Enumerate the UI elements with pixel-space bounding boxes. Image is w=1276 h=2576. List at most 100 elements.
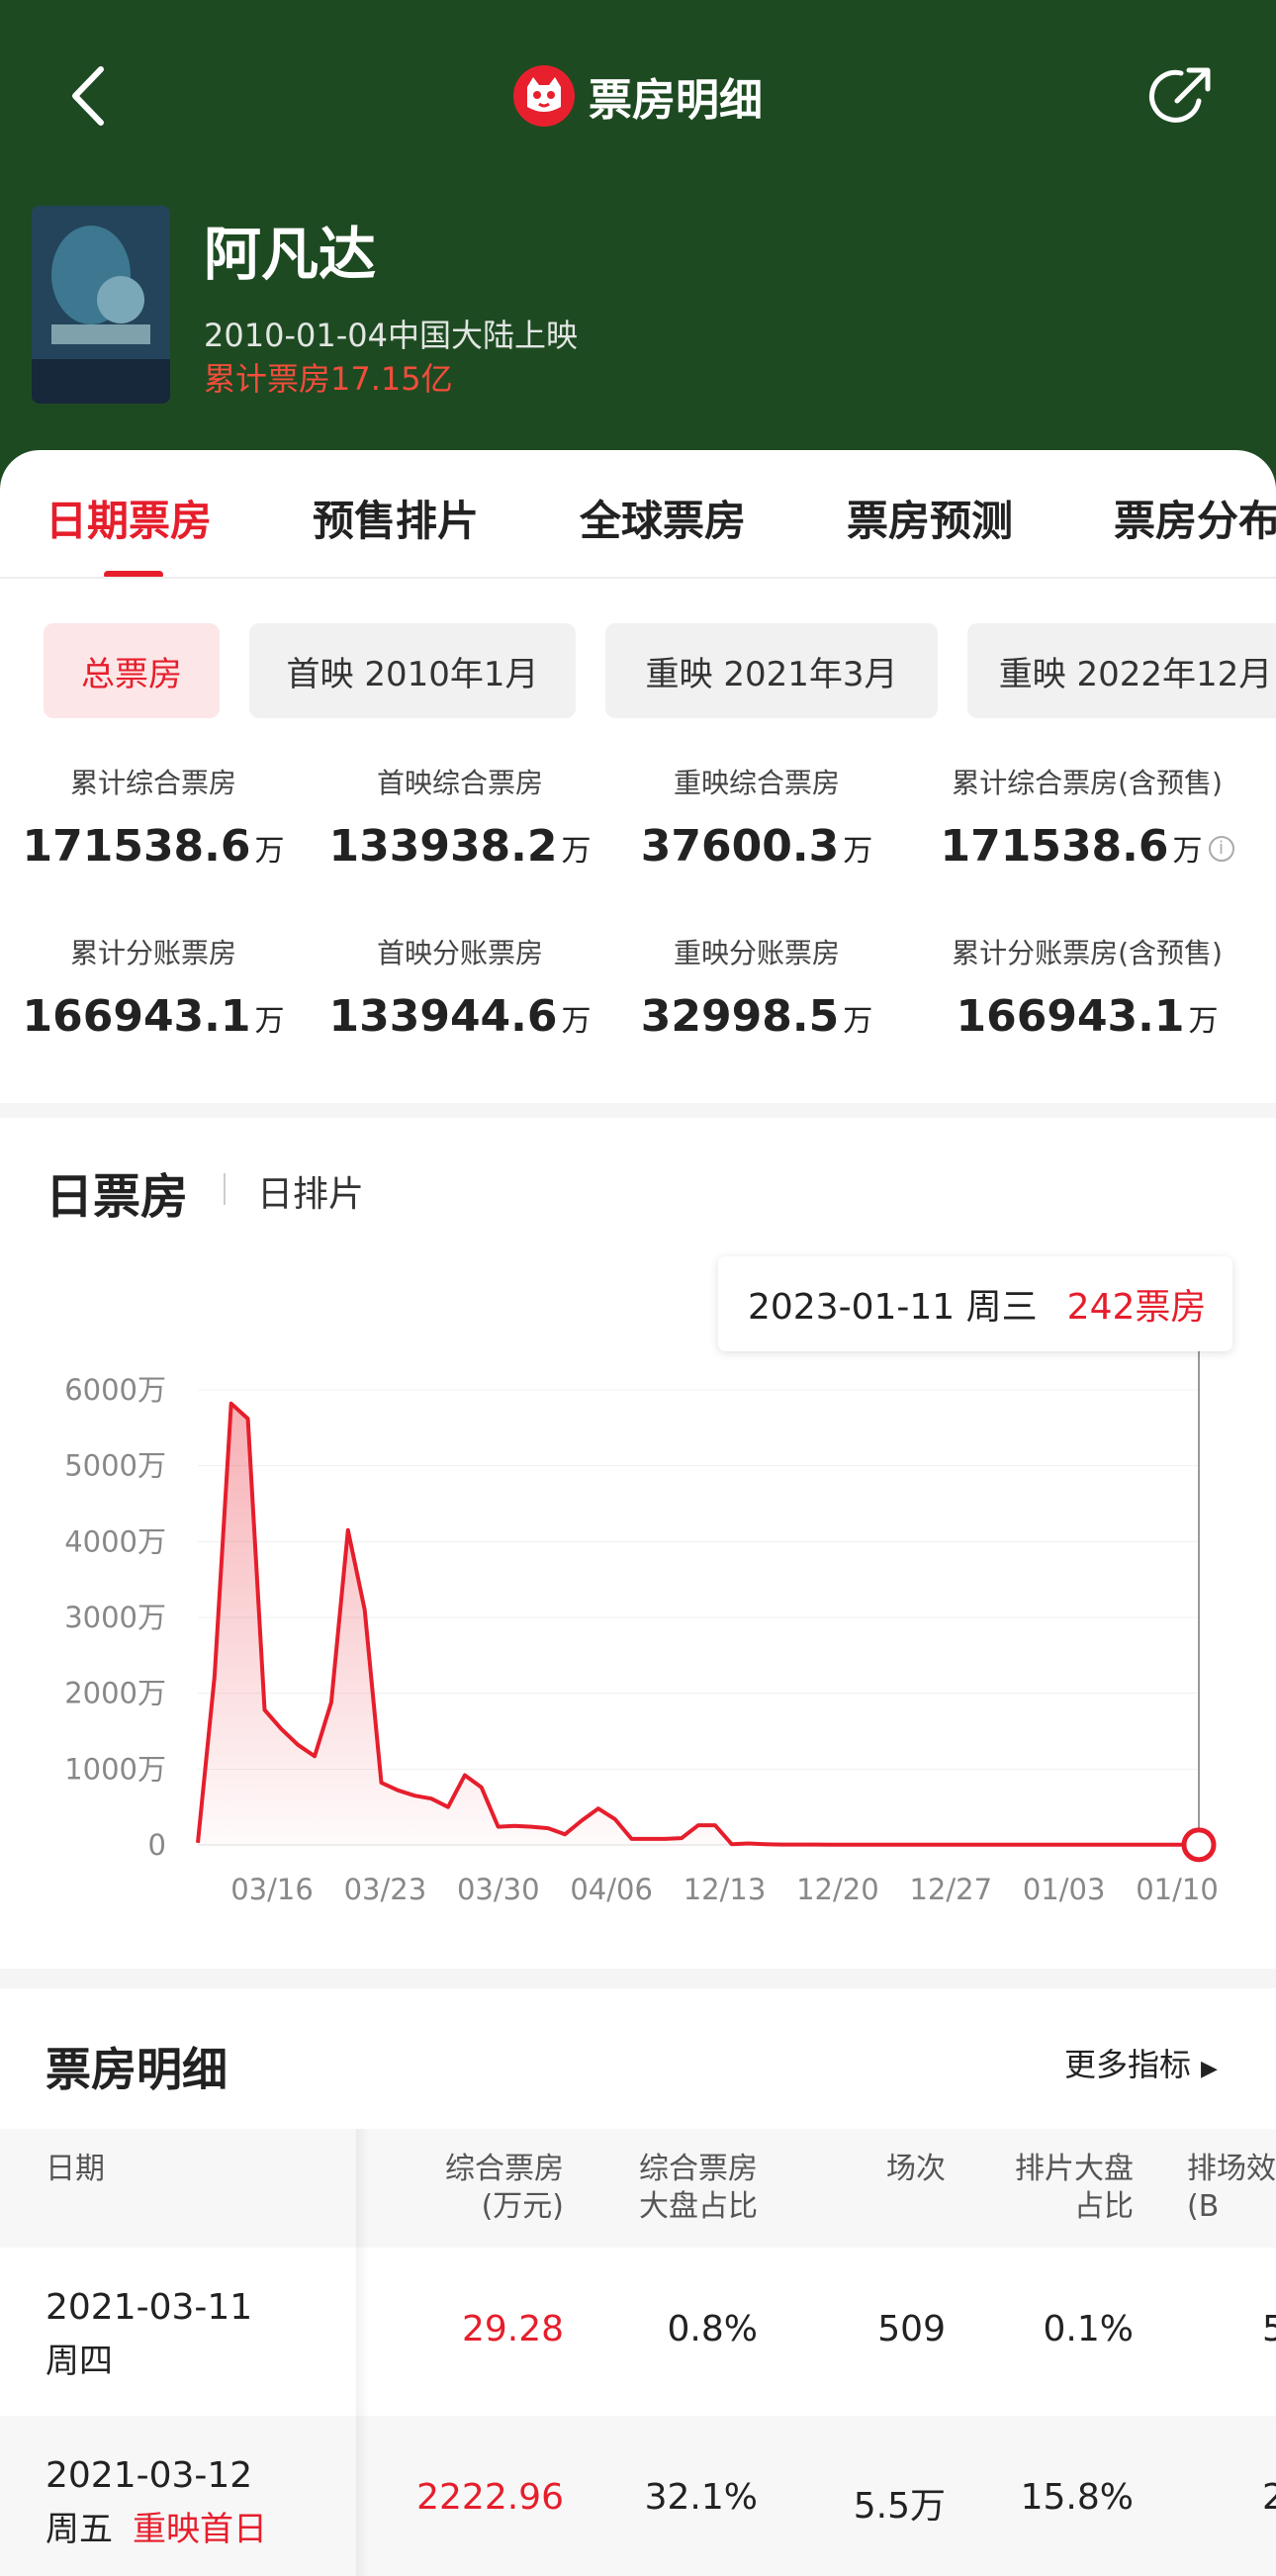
total-box-office: 累计票房17.15亿 [204,360,453,398]
date-text: 2021-03-12 [46,2455,253,2496]
rerelease-first-day-tag: 重映首日 [133,2510,267,2549]
tab-daily-box-office[interactable]: 日期票房 [46,488,212,548]
stat-value: 171538.6 万 i [924,821,1250,872]
stat-value: 171538.6 万 [22,821,285,872]
x-tick-label: 03/16 [230,1873,314,1906]
y-tick-label: 1000万 [64,1752,166,1786]
table-header: 日期 综合票房 (万元) 综合票房 大盘占比 场次 排片大盘 占比 排场效 (B [0,2129,1276,2248]
chip-first-release[interactable]: 首映 2010年1月 [249,623,576,718]
tooltip-value: 242票房 [1066,1287,1207,1328]
triangle-right-icon: ▶ [1201,2057,1218,2081]
table-row[interactable]: 2021-03-11 周四 29.28 0.8% 509 0.1% 5 [0,2248,1276,2416]
x-tick-label: 01/10 [1136,1873,1219,1906]
row-date: 2021-03-11 周四 [46,2287,252,2382]
more-metrics-link[interactable]: 更多指标 ▶ [1064,2040,1218,2085]
x-tick-label: 04/06 [570,1873,653,1906]
x-tick-label: 03/23 [344,1873,427,1906]
cell-shows: 5.5万 [853,2486,946,2527]
info-icon[interactable]: i [1208,836,1234,862]
stat-total-combined: 累计综合票房 171538.6 万 [0,762,317,872]
cell-box-office: 29.28 [461,2309,564,2349]
y-tick-label: 4000万 [64,1524,166,1558]
stat-label: 首映分账票房 [376,937,543,969]
y-tick-label: 0 [148,1828,166,1862]
y-tick-label: 5000万 [64,1449,166,1483]
x-tick-label: 12/20 [796,1873,879,1906]
chip-rerelease-2022[interactable]: 重映 2022年12月 [967,623,1276,718]
chart-tooltip: 2023-01-11 周三 242票房 [718,1256,1232,1351]
stat-total-split-presale: 累计分账票房(含预售) 166943.1 万 [924,932,1250,1042]
cat-logo-icon [513,65,575,127]
stat-label: 重映综合票房 [673,767,840,799]
selected-point [1181,1827,1217,1863]
movie-name: 阿凡达 [204,221,377,288]
stat-label: 累计分账票房 [69,937,236,969]
page-title: 票房明细 [589,75,763,126]
tab-presale[interactable]: 预售排片 [313,488,479,548]
share-icon[interactable] [1147,61,1217,131]
tab-forecast[interactable]: 票房预测 [847,488,1013,548]
stat-label: 累计分账票房(含预售) [952,937,1223,969]
y-tick-label: 3000万 [64,1601,166,1634]
stat-rerelease-combined: 重映综合票房 37600.3 万 [593,762,920,872]
y-tick-label: 2000万 [64,1677,166,1710]
stat-label: 重映分账票房 [673,937,840,969]
cell-shows: 509 [877,2309,946,2349]
release-date: 2010-01-04中国大陆上映 [204,317,578,354]
summary-card: 日期票房 预售排片 全球票房 票房预测 票房分布 总票房 首映 2010年1月 … [0,450,1276,1103]
th-efficiency[interactable]: 排场效 (B [1187,2151,1276,2226]
x-tick-label: 03/30 [457,1873,540,1906]
stat-first-split: 首映分账票房 133944.6 万 [297,932,623,1042]
more-metrics-label: 更多指标 [1064,2046,1192,2083]
y-tick-label: 6000万 [64,1373,166,1407]
tab-distribution[interactable]: 票房分布 [1114,488,1276,548]
stat-label: 累计综合票房(含预售) [952,767,1223,799]
table-row[interactable]: 2021-03-12 周五 重映首日 2222.96 32.1% 5.5万 15.… [0,2416,1276,2576]
stat-value: 166943.1 万 [22,991,285,1042]
x-tick-label: 01/03 [1023,1873,1106,1906]
stat-label: 累计综合票房 [69,767,236,799]
date-text: 2021-03-11 [46,2287,253,2328]
stat-value: 37600.3 万 [640,821,873,872]
box-office-detail-card: 票房明细 更多指标 ▶ 日期 综合票房 (万元) 综合票房 大盘占比 场次 排片大… [0,1988,1276,2576]
header: 票房明细 阿凡达 2010-01-04中国大陆上映 累计票房17.15亿 [0,0,1276,495]
cell-show-ratio: 0.1% [1043,2309,1134,2349]
th-show-ratio[interactable]: 排片大盘 占比 [989,2151,1134,2226]
stat-value: 133938.2 万 [328,821,592,872]
stat-rerelease-split: 重映分账票房 32998.5 万 [593,932,920,1042]
app-title: 票房明细 [0,61,1276,131]
tab-bar: 日期票房 预售排片 全球票房 票房预测 票房分布 [0,450,1276,579]
stat-total-split: 累计分账票房 166943.1 万 [0,932,317,1042]
stat-first-combined: 首映综合票房 133938.2 万 [297,762,623,872]
cell-box-office: 2222.96 [416,2477,564,2518]
th-box-share[interactable]: 综合票房 大盘占比 [611,2151,758,2226]
th-date[interactable]: 日期 [46,2151,105,2188]
stat-value: 166943.1 万 [956,991,1219,1042]
stat-label: 首映综合票房 [376,767,543,799]
series-area [198,1403,1199,1845]
x-tick-label: 12/13 [684,1873,767,1906]
row-date: 2021-03-12 周五 重映首日 [46,2455,267,2550]
stat-value: 32998.5 万 [640,991,873,1042]
table-title: 票房明细 [46,2043,228,2096]
x-tick-label: 12/27 [909,1873,992,1906]
tooltip-date: 2023-01-11 周三 [748,1287,1038,1328]
cell-box-share: 0.8% [667,2309,758,2349]
stat-total-combined-presale: 累计综合票房(含预售) 171538.6 万 i [924,762,1250,872]
cell-box-share: 32.1% [644,2477,758,2518]
tab-global[interactable]: 全球票房 [580,488,746,548]
daily-box-office-chart[interactable]: 6000万 5000万 4000万 3000万 2000万 1000万 0 03/16 03/2… [0,1118,1276,1969]
chip-rerelease-2021[interactable]: 重映 2021年3月 [605,623,938,718]
cell-show-ratio: 15.8% [1020,2477,1134,2518]
release-filter: 总票房 首映 2010年1月 重映 2021年3月 重映 2022年12月 [0,623,1276,718]
cell-efficiency: 5 [1262,2309,1276,2349]
weekday-line: 周五 重映首日 [46,2510,267,2549]
cell-efficiency: 2 [1262,2477,1276,2518]
th-shows[interactable]: 场次 [811,2151,946,2188]
stat-value: 133944.6 万 [328,991,592,1042]
chip-total[interactable]: 总票房 [44,623,220,718]
weekday-line: 周四 [46,2342,113,2381]
th-box-office[interactable]: 综合票房 (万元) [415,2151,564,2226]
fixed-column-shadow [356,2129,370,2576]
movie-poster[interactable] [32,206,170,404]
